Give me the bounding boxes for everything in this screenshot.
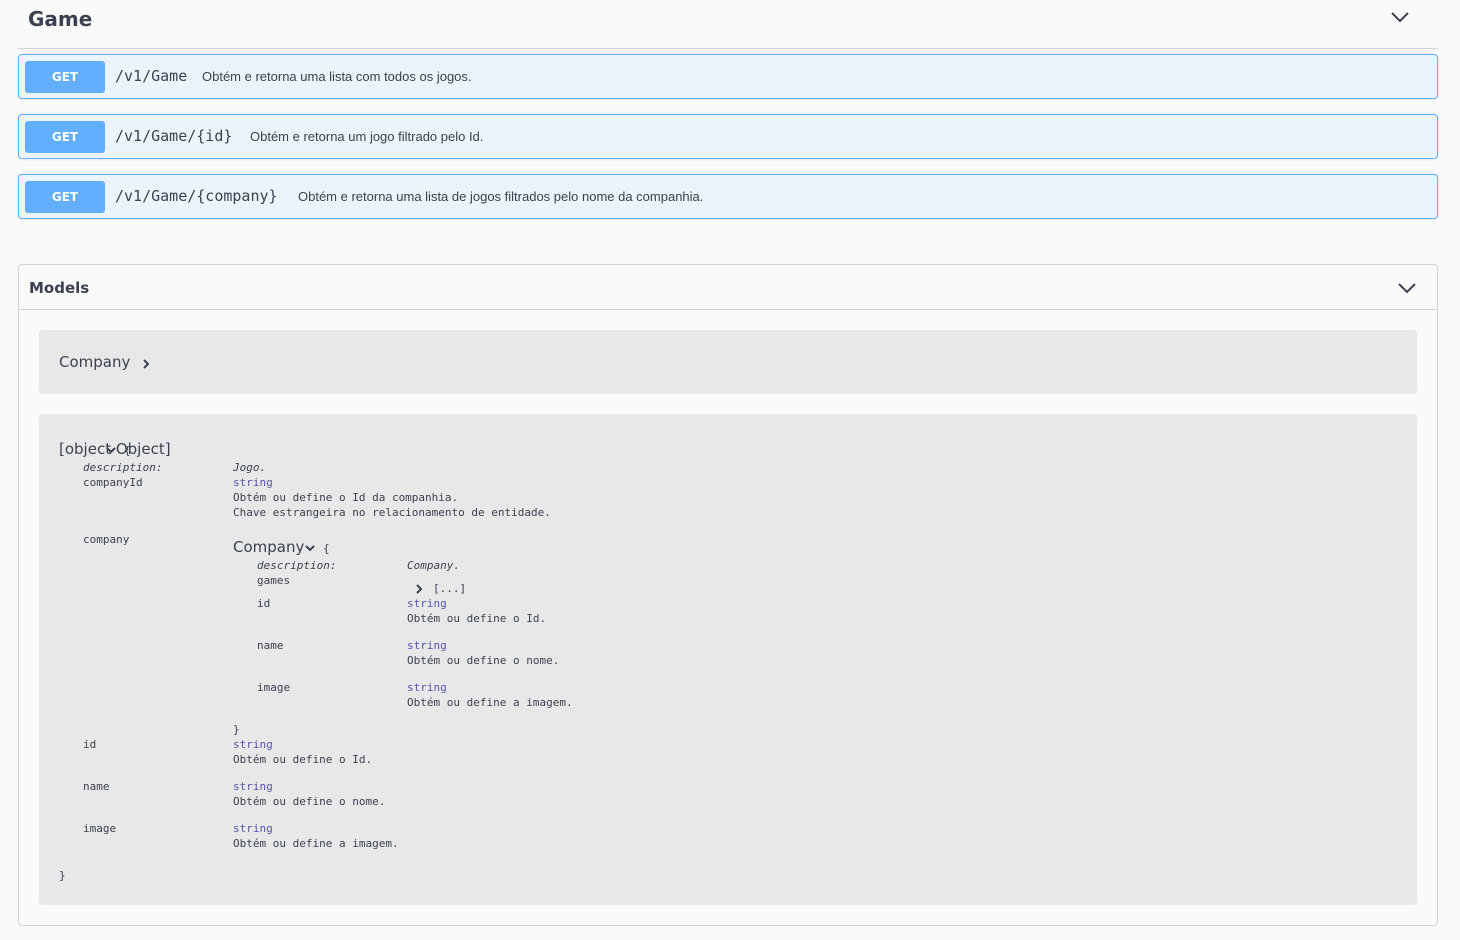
property-description: Obtém ou define o Id.: [233, 753, 373, 766]
property-name: id: [83, 738, 97, 751]
tag-header-game[interactable]: Game: [18, 0, 1438, 49]
property-description: Obtém ou define a imagem.: [233, 837, 399, 850]
models-section: Models Company [object Object] { descrip…: [18, 264, 1438, 926]
property-type: string: [233, 476, 273, 489]
description-label: description:: [257, 559, 337, 572]
property-type: string: [407, 639, 447, 652]
description-label: description:: [83, 461, 163, 474]
models-title: Models: [29, 279, 90, 297]
method-badge: GET: [25, 61, 105, 93]
property-description: Obtém ou define o nome.: [407, 654, 560, 667]
chevron-down-icon[interactable]: [1390, 10, 1410, 24]
property-type: string: [233, 780, 273, 793]
property-description: Chave estrangeira no relacionamento de e…: [233, 506, 551, 519]
property-description: Obtém ou define a imagem.: [407, 696, 573, 709]
chevron-right-icon[interactable]: [414, 583, 424, 595]
property-description: Obtém ou define o nome.: [233, 795, 386, 808]
model-name: Company: [59, 353, 131, 371]
property-type: string: [407, 681, 447, 694]
open-brace: {: [124, 444, 131, 457]
close-brace: }: [233, 723, 240, 736]
tag-title: Game: [28, 7, 93, 31]
chevron-down-icon[interactable]: [1397, 281, 1417, 295]
collapsed-array[interactable]: [...]: [433, 581, 466, 596]
method-badge: GET: [25, 121, 105, 153]
model-company-collapsed[interactable]: Company: [39, 330, 1417, 394]
property-type: string: [407, 597, 447, 610]
chevron-right-icon[interactable]: [141, 358, 151, 370]
operation-get-games[interactable]: GET /v1/Game Obtém e retorna uma lista c…: [18, 54, 1438, 99]
operation-get-game-by-id[interactable]: GET /v1/Game/{id} Obtém e retorna um jog…: [18, 114, 1438, 159]
operation-path: /v1/Game/{id}: [115, 127, 233, 145]
model-game-expanded: [object Object] { description: Jogo. com…: [39, 414, 1417, 905]
models-header[interactable]: Models: [19, 265, 1437, 310]
property-type: string: [233, 738, 273, 751]
property-name: image: [83, 822, 117, 835]
operation-path: /v1/Game/{company}: [115, 187, 278, 205]
property-name: games: [257, 574, 291, 587]
property-name: companyId: [83, 476, 143, 489]
property-name: name: [257, 639, 284, 652]
description-value: Company.: [407, 559, 460, 572]
property-description: Obtém ou define o Id da companhia.: [233, 491, 459, 504]
method-badge: GET: [25, 181, 105, 213]
operation-summary: Obtém e retorna um jogo filtrado pelo Id…: [250, 129, 484, 144]
nested-model-name: Company: [233, 538, 305, 556]
property-name: id: [257, 597, 271, 610]
property-name: company: [83, 533, 130, 546]
operation-summary: Obtém e retorna uma lista de jogos filtr…: [298, 189, 704, 204]
operation-get-games-by-company[interactable]: GET /v1/Game/{company} Obtém e retorna u…: [18, 174, 1438, 219]
chevron-down-icon[interactable]: [304, 543, 316, 553]
chevron-down-icon[interactable]: [105, 445, 117, 455]
description-value: Jogo.: [233, 461, 267, 474]
property-description: Obtém ou define o Id.: [407, 612, 547, 625]
property-name: image: [257, 681, 291, 694]
close-brace: }: [59, 869, 66, 882]
operation-path: /v1/Game: [115, 67, 188, 85]
property-name: name: [83, 780, 110, 793]
operation-summary: Obtém e retorna uma lista com todos os j…: [202, 69, 472, 84]
property-type: string: [233, 822, 273, 835]
open-brace: {: [323, 542, 330, 555]
